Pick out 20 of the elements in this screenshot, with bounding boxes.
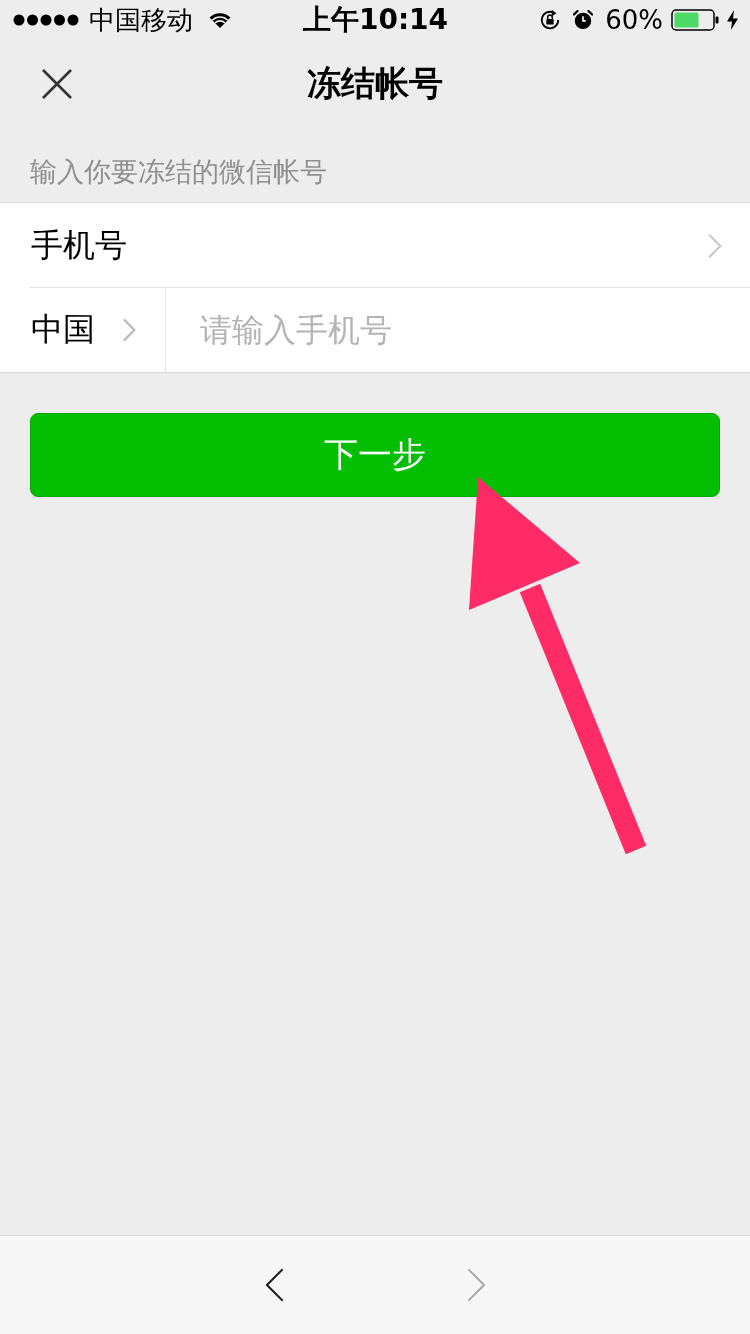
signal-icon [13, 14, 79, 26]
close-button[interactable] [40, 67, 74, 101]
back-chevron-icon [264, 1268, 284, 1302]
wifi-icon [209, 12, 231, 28]
chevron-icon [123, 319, 136, 341]
page-title: 冻结帐号 [307, 62, 443, 105]
charging-bolt-icon [727, 10, 738, 30]
chevron-icon [708, 233, 722, 258]
forward-chevron-icon [466, 1268, 486, 1302]
battery-percentage: 60% [605, 7, 663, 33]
country-selector[interactable]: 中国 [0, 288, 166, 373]
clock-time: 上午10:14 [302, 6, 449, 34]
close-icon [42, 69, 72, 99]
battery-icon [671, 9, 719, 31]
rotation-lock-icon [539, 9, 562, 31]
phone-input[interactable]: 请输入手机号 [166, 288, 750, 373]
carrier-name: 中国移动 [89, 7, 193, 33]
alarm-clock-icon [573, 10, 594, 30]
account-type-row[interactable]: 手机号 [0, 202, 750, 288]
section-header: 输入你要冻结的微信帐号 [30, 155, 327, 189]
